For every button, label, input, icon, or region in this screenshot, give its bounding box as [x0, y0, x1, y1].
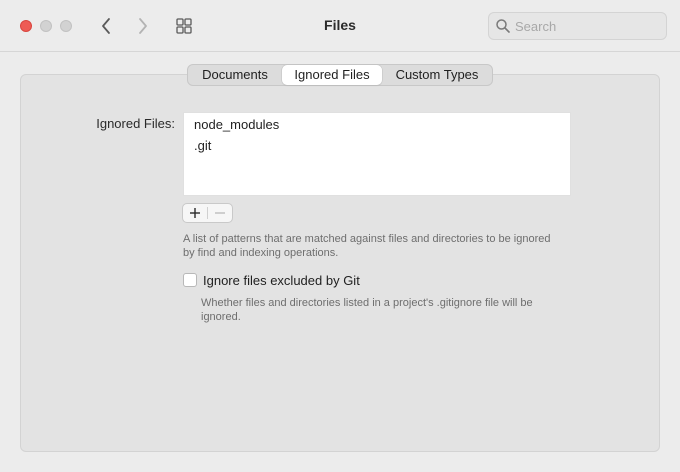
preferences-window: Files Documents Ignored Files Custom Typ… [0, 0, 680, 472]
list-item[interactable]: node_modules [194, 117, 279, 132]
ignored-files-help: A list of patterns that are matched agai… [183, 233, 551, 259]
tab-documents[interactable]: Documents [188, 65, 282, 85]
search-input[interactable] [515, 17, 655, 35]
ignored-files-label: Ignored Files: [96, 116, 175, 131]
ignore-git-option[interactable]: Ignore files excluded by Git [183, 272, 360, 288]
tab-custom-types[interactable]: Custom Types [382, 65, 492, 85]
ignore-git-checkbox[interactable] [183, 273, 197, 287]
list-item[interactable]: .git [194, 138, 211, 153]
add-remove-control [182, 203, 233, 223]
plus-icon [190, 208, 200, 218]
remove-pattern-button[interactable] [208, 204, 232, 222]
add-pattern-button[interactable] [183, 204, 207, 222]
search-icon [496, 19, 510, 33]
minus-icon [214, 212, 225, 214]
search-field[interactable] [488, 12, 667, 40]
ignored-files-list[interactable]: node_modules .git [183, 112, 571, 196]
ignore-git-help: Whether files and directories listed in … [201, 297, 533, 323]
tab-ignored-files[interactable]: Ignored Files [282, 65, 382, 85]
tab-bar: Documents Ignored Files Custom Types [187, 64, 493, 86]
titlebar: Files [0, 0, 680, 52]
ignore-git-label[interactable]: Ignore files excluded by Git [203, 273, 360, 288]
